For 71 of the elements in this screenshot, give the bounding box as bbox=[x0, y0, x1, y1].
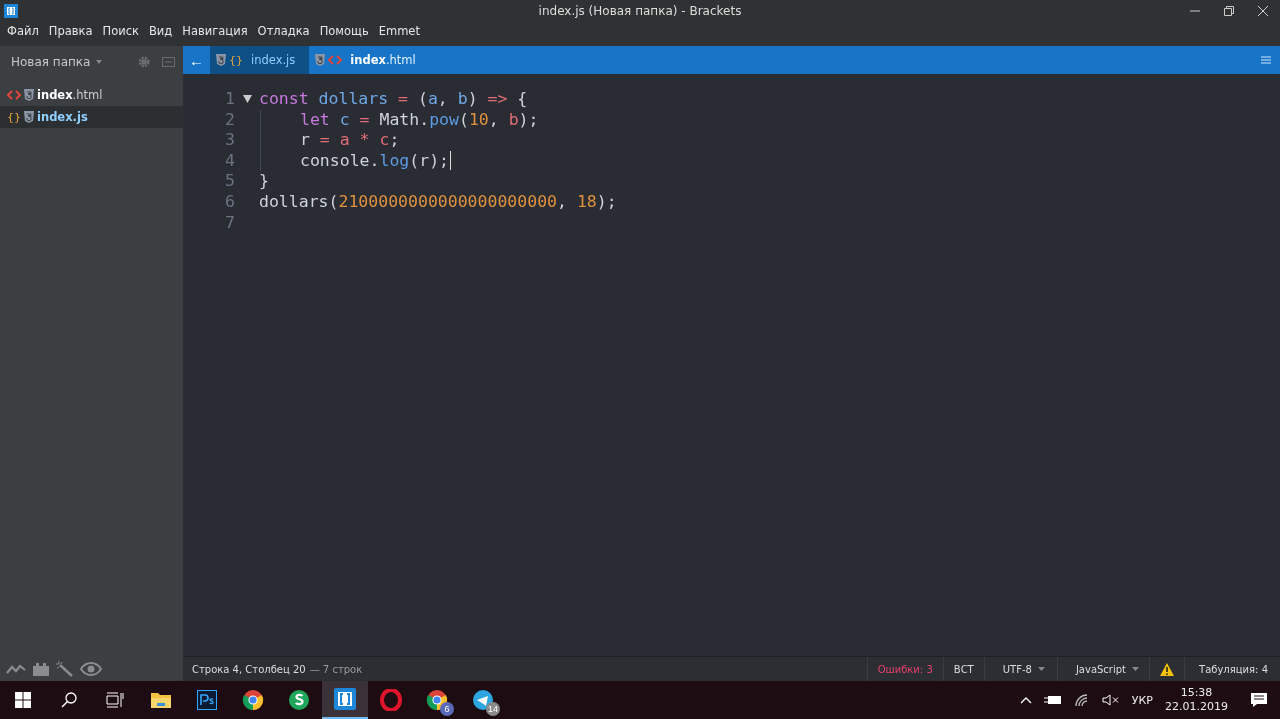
back-button[interactable]: ← bbox=[183, 46, 210, 74]
wifi-icon[interactable] bbox=[1073, 693, 1090, 707]
line-number: 2 bbox=[224, 109, 235, 131]
line-count: — 7 строк bbox=[309, 663, 363, 675]
restore-icon[interactable] bbox=[1224, 6, 1234, 16]
clock[interactable]: 15:38 22.01.2019 bbox=[1165, 686, 1228, 714]
window-title: index.js (Новая папка) - Brackets bbox=[538, 4, 742, 18]
brackets-icon bbox=[4, 4, 18, 18]
menu-item[interactable]: Вид bbox=[144, 24, 178, 38]
caret-icon bbox=[1132, 667, 1140, 671]
notification-badge: 6 bbox=[440, 702, 454, 716]
opera-icon[interactable] bbox=[380, 689, 402, 711]
photoshop-icon[interactable] bbox=[197, 690, 217, 710]
project-dropdown[interactable]: Новая папка bbox=[11, 55, 91, 69]
close-icon[interactable] bbox=[1258, 6, 1268, 16]
brackets-icon[interactable] bbox=[334, 688, 356, 710]
html-code-icon bbox=[7, 90, 21, 100]
line-number: 1 bbox=[224, 89, 235, 110]
code-line: console.log(r); bbox=[300, 150, 450, 172]
file-tab[interactable]: {} index.js bbox=[210, 46, 310, 74]
warning-icon[interactable] bbox=[1160, 662, 1175, 676]
menu-item[interactable]: Помощь bbox=[314, 24, 374, 38]
menu-item[interactable]: Отладка bbox=[252, 24, 315, 38]
menu-item[interactable]: Файл bbox=[2, 24, 44, 38]
line-number: 6 bbox=[224, 191, 235, 213]
notification-badge: 14 bbox=[486, 702, 500, 716]
file-tree-item[interactable]: index.html bbox=[0, 84, 183, 106]
file-badge-icon bbox=[216, 54, 226, 66]
html-code-icon bbox=[328, 55, 343, 65]
code-line: } bbox=[259, 171, 269, 192]
line-number: 5 bbox=[224, 171, 235, 192]
chrome-icon[interactable] bbox=[242, 689, 264, 711]
file-badge-icon bbox=[315, 54, 326, 66]
code-line: r = a * c; bbox=[300, 130, 400, 151]
chrome-icon[interactable] bbox=[426, 689, 448, 711]
fold-arrow-icon[interactable] bbox=[242, 95, 252, 104]
file-tree-item[interactable]: {} index.js bbox=[0, 106, 183, 128]
notifications-icon[interactable] bbox=[1250, 692, 1268, 708]
code-line: let c = Math.pow(10, b); bbox=[300, 109, 539, 131]
windows-logo-icon[interactable] bbox=[15, 692, 31, 708]
braces-icon: {} bbox=[229, 53, 243, 67]
keyboard-language[interactable]: УКР bbox=[1131, 693, 1153, 707]
file-tab[interactable]: index.html bbox=[309, 46, 430, 74]
caret-icon bbox=[96, 60, 103, 64]
line-number: 3 bbox=[224, 130, 235, 151]
battery-icon[interactable] bbox=[1043, 694, 1062, 706]
blocks-icon[interactable] bbox=[32, 662, 50, 676]
code-line: const dollars = (a, b) => { bbox=[259, 89, 528, 110]
braces-icon: {} bbox=[7, 110, 21, 124]
folder-icon[interactable] bbox=[150, 691, 172, 709]
menu-item[interactable]: Поиск bbox=[97, 24, 144, 38]
caret-icon bbox=[1037, 667, 1045, 671]
menu-item[interactable]: Навигация bbox=[177, 24, 253, 38]
code-line: dollars(2100000000000000000000, 18); bbox=[259, 191, 617, 213]
search-icon[interactable] bbox=[61, 692, 77, 708]
chart-line-icon[interactable] bbox=[6, 663, 26, 675]
task-view-icon[interactable] bbox=[106, 692, 124, 708]
taskbar-app[interactable] bbox=[322, 681, 368, 719]
line-number: 7 bbox=[224, 212, 235, 234]
file-badge-icon bbox=[24, 111, 34, 123]
s-logo-icon[interactable] bbox=[288, 689, 310, 711]
cursor-position: Строка 4, Столбец 20 bbox=[191, 663, 306, 675]
menu-item[interactable]: Правка bbox=[43, 24, 98, 38]
muted-speaker-icon[interactable] bbox=[1101, 694, 1120, 706]
line-number: 4 bbox=[224, 150, 235, 172]
taskbar-app[interactable]: 6 bbox=[414, 681, 460, 719]
chevron-up-icon[interactable] bbox=[1019, 696, 1032, 704]
magic-wand-icon[interactable] bbox=[56, 661, 74, 677]
menu-item[interactable]: Emmet bbox=[373, 24, 425, 38]
eye-icon[interactable] bbox=[80, 662, 102, 676]
file-badge-icon bbox=[24, 89, 34, 101]
